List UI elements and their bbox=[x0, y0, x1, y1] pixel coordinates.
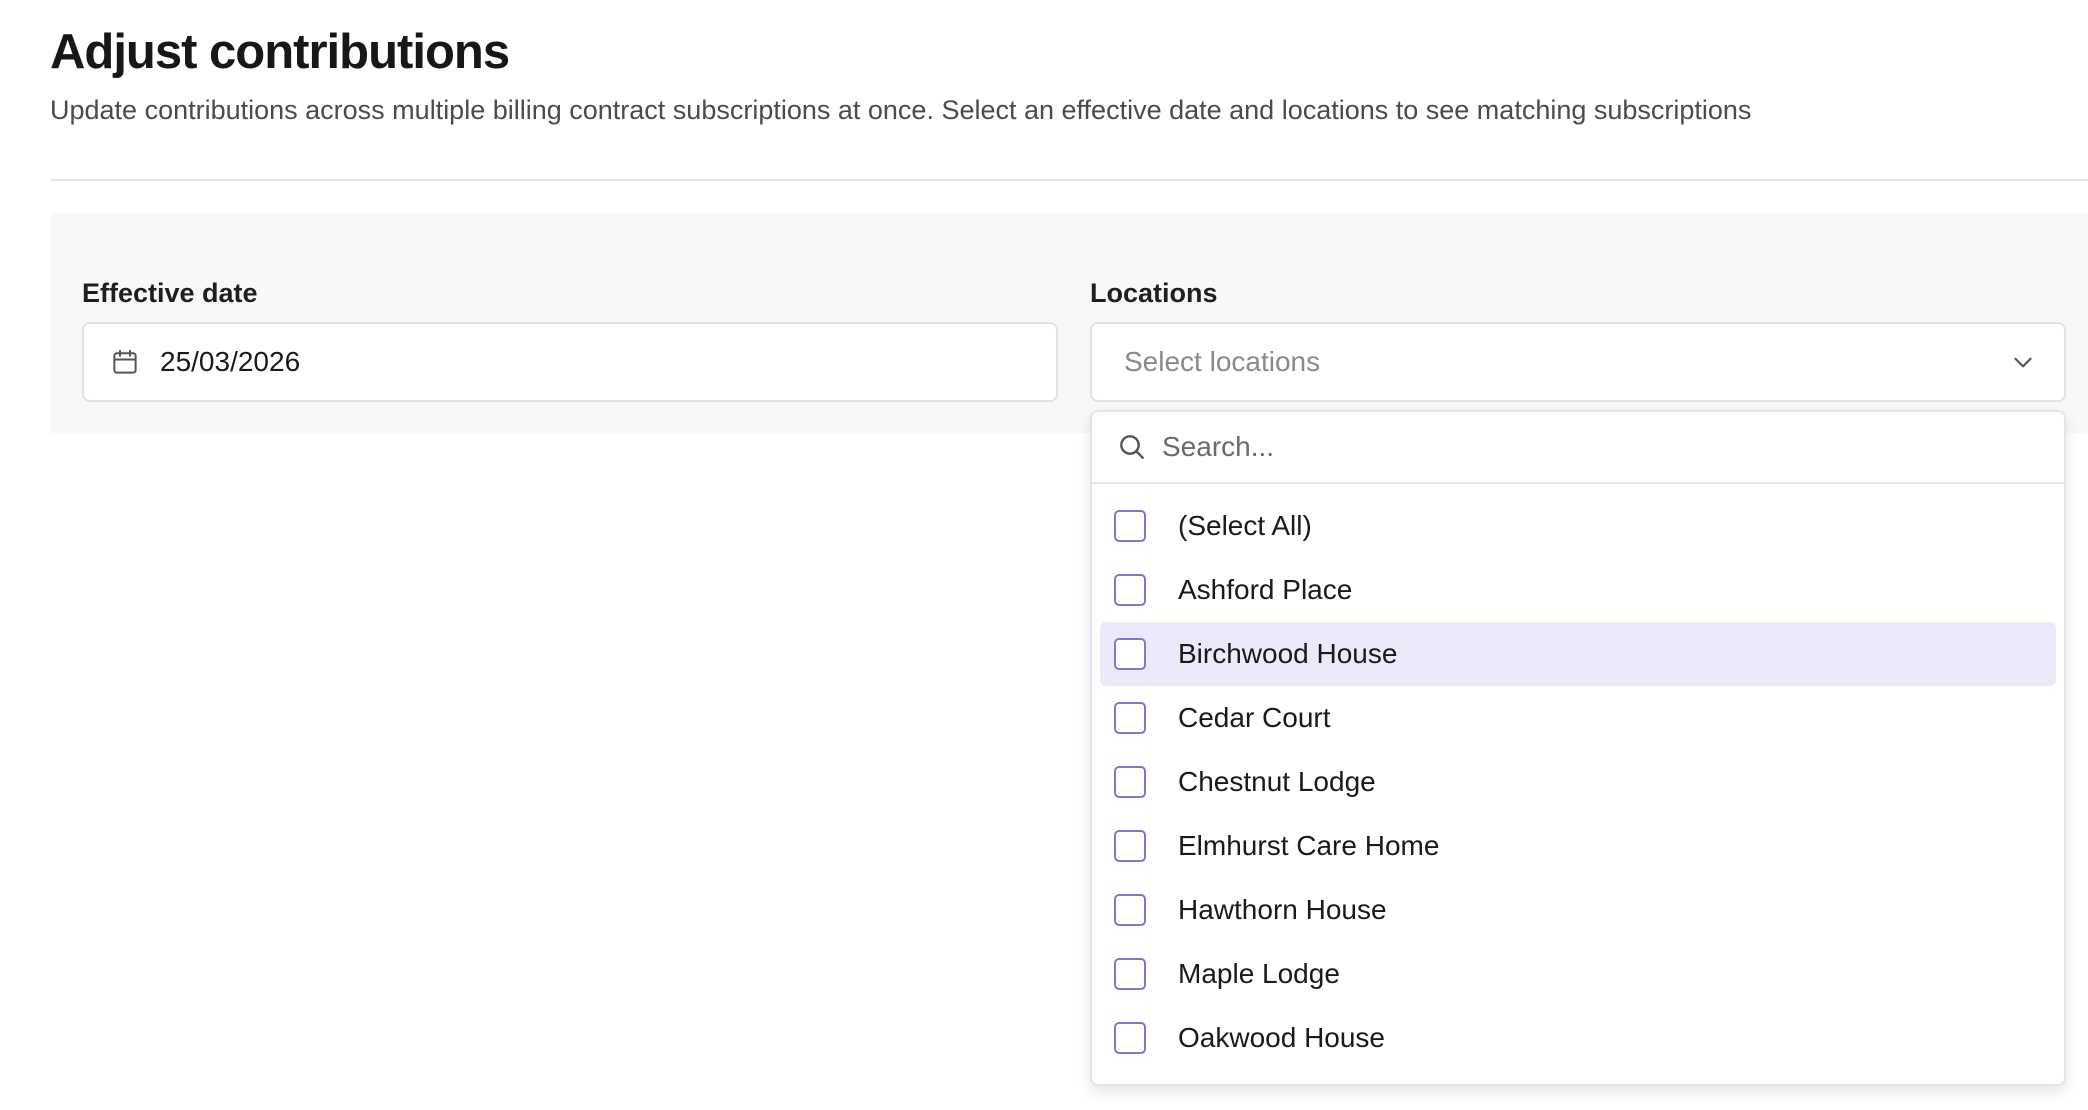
option-oakwood-house[interactable]: Oakwood House bbox=[1100, 1006, 2056, 1070]
effective-date-label: Effective date bbox=[82, 278, 258, 308]
search-input[interactable] bbox=[1162, 431, 1962, 463]
locations-select[interactable]: Select locations bbox=[1090, 322, 2066, 402]
option-label: Cedar Court bbox=[1178, 702, 1331, 733]
option-select-all[interactable]: (Select All) bbox=[1100, 494, 2056, 558]
option-label: Maple Lodge bbox=[1178, 958, 1340, 989]
option-label: Ashford Place bbox=[1178, 574, 1353, 605]
calendar-icon bbox=[110, 347, 140, 377]
checkbox[interactable] bbox=[1114, 702, 1146, 734]
adjust-contributions-page: Adjust contributions Update contribution… bbox=[0, 0, 2088, 1110]
dropdown-search bbox=[1092, 412, 2064, 484]
checkbox[interactable] bbox=[1114, 958, 1146, 990]
checkbox[interactable] bbox=[1114, 894, 1146, 926]
option-label: Chestnut Lodge bbox=[1178, 766, 1376, 797]
checkbox[interactable] bbox=[1114, 766, 1146, 798]
effective-date-value: 25/03/2026 bbox=[160, 346, 301, 377]
page-subtitle: Update contributions across multiple bil… bbox=[50, 95, 1752, 125]
option-label: (Select All) bbox=[1178, 510, 1312, 541]
location-options: (Select All) Ashford Place Birchwood Hou… bbox=[1092, 484, 2064, 1070]
option-ashford-place[interactable]: Ashford Place bbox=[1100, 558, 2056, 622]
option-label: Hawthorn House bbox=[1178, 894, 1387, 925]
search-icon bbox=[1116, 431, 1148, 463]
checkbox[interactable] bbox=[1114, 1022, 1146, 1054]
chevron-down-icon[interactable] bbox=[2010, 349, 2036, 375]
option-label: Birchwood House bbox=[1178, 638, 1398, 669]
locations-placeholder: Select locations bbox=[1124, 346, 1321, 377]
option-chestnut-lodge[interactable]: Chestnut Lodge bbox=[1100, 750, 2056, 814]
option-cedar-court[interactable]: Cedar Court bbox=[1100, 686, 2056, 750]
checkbox[interactable] bbox=[1114, 510, 1146, 542]
option-label: Elmhurst Care Home bbox=[1178, 830, 1440, 861]
option-elmhurst-care-home[interactable]: Elmhurst Care Home bbox=[1100, 814, 2056, 878]
checkbox[interactable] bbox=[1114, 638, 1146, 670]
option-birchwood-house[interactable]: Birchwood House bbox=[1100, 622, 2056, 686]
option-maple-lodge[interactable]: Maple Lodge bbox=[1100, 942, 2056, 1006]
locations-dropdown: (Select All) Ashford Place Birchwood Hou… bbox=[1090, 410, 2066, 1086]
checkbox[interactable] bbox=[1114, 574, 1146, 606]
page-title: Adjust contributions bbox=[50, 25, 510, 79]
option-hawthorn-house[interactable]: Hawthorn House bbox=[1100, 878, 2056, 942]
effective-date-input[interactable]: 25/03/2026 bbox=[82, 322, 1058, 402]
option-label: Oakwood House bbox=[1178, 1022, 1386, 1053]
checkbox[interactable] bbox=[1114, 830, 1146, 862]
header-divider bbox=[50, 179, 2088, 181]
locations-label: Locations bbox=[1090, 278, 1218, 308]
